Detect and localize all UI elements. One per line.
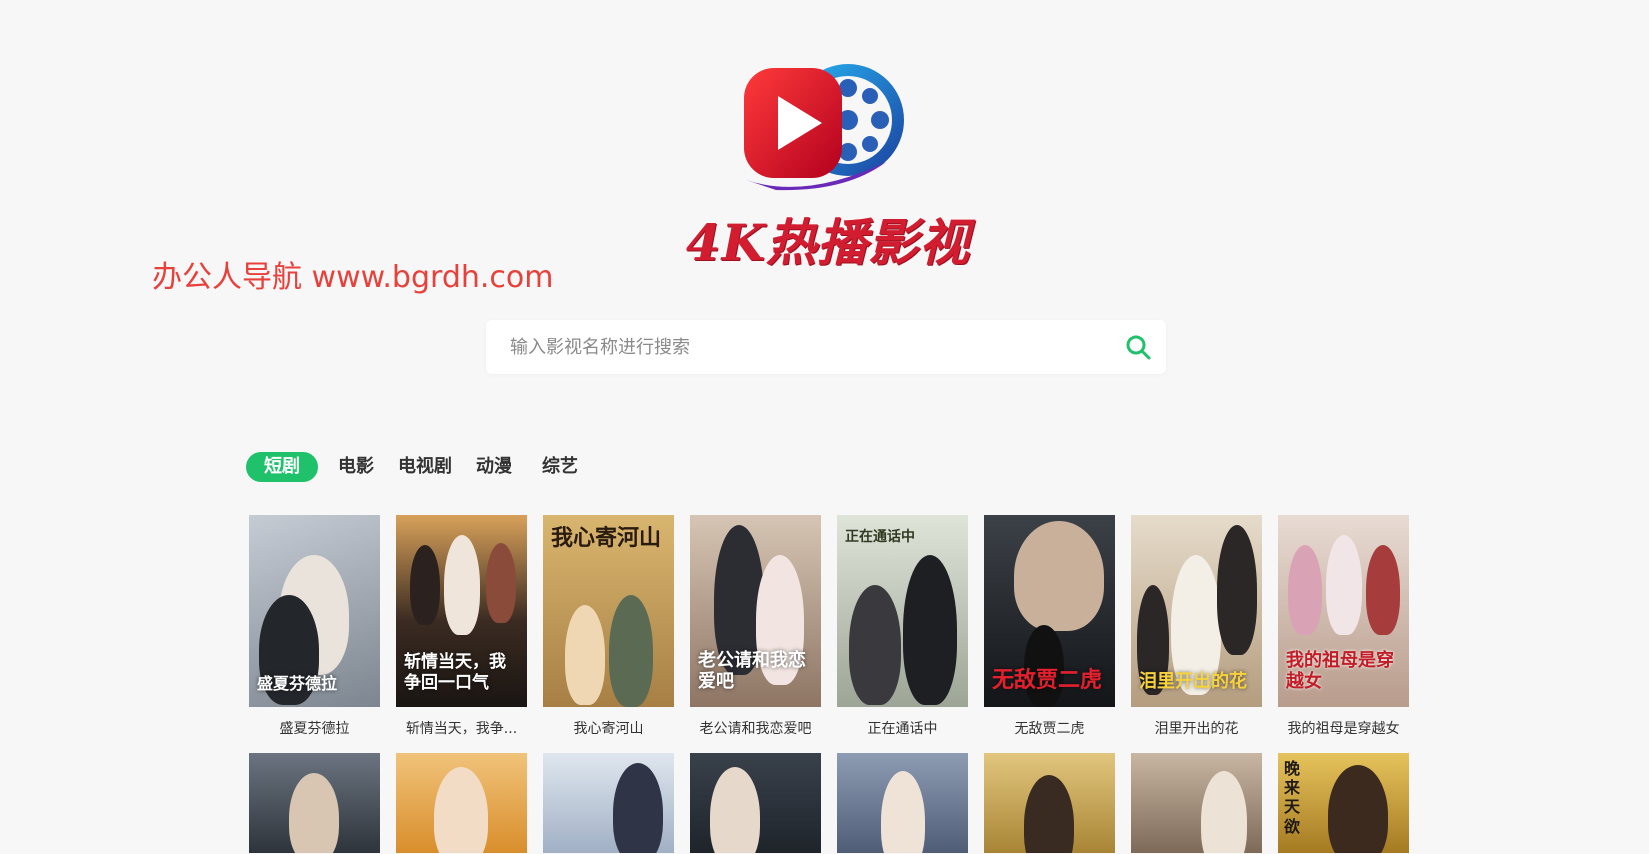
drama-title: 盛夏芬德拉 [279, 721, 350, 737]
poster-image[interactable]: 盛夏芬德拉 [249, 515, 380, 707]
grid-row: 晚来天欲 [249, 753, 1409, 853]
search-icon [1126, 335, 1151, 360]
poster-title: 无敌贾二虎 [992, 666, 1103, 693]
poster-image[interactable]: 无敌贾二虎 [984, 515, 1115, 707]
drama-title: 老公请和我恋爱吧 [699, 721, 812, 737]
drama-title: 无敌贾二虎 [1014, 721, 1085, 737]
tab-tv-series[interactable]: 电视剧 [398, 452, 452, 482]
drama-card[interactable]: 老公请和我恋爱吧 老公请和我恋爱吧 [690, 515, 821, 739]
poster-image[interactable] [690, 753, 821, 853]
drama-title: 我的祖母是穿越女 [1287, 721, 1400, 737]
drama-card[interactable] [837, 753, 968, 853]
poster-title: 斩情当天，我争回一口气 [404, 652, 506, 693]
poster-image[interactable]: 老公请和我恋爱吧 [690, 515, 821, 707]
drama-card[interactable] [543, 753, 674, 853]
drama-card[interactable]: 泪里开出的花 泪里开出的花 [1131, 515, 1262, 739]
watermark-text: 办公人导航 www.bgrdh.com [152, 260, 554, 295]
poster-title: 老公请和我恋爱吧 [698, 649, 806, 693]
tab-anime[interactable]: 动漫 [476, 452, 512, 482]
drama-card[interactable]: 无敌贾二虎 无敌贾二虎 [984, 515, 1115, 739]
poster-image[interactable]: 正在通话中 [837, 515, 968, 707]
poster-image[interactable]: 我心寄河山 [543, 515, 674, 707]
tab-short-drama[interactable]: 短剧 [246, 452, 318, 482]
drama-card[interactable]: 晚来天欲 [1278, 753, 1409, 853]
page: 办公人导航 www.bgrdh.com 4K热播影视 输入影视名称进行搜索 短剧… [0, 0, 1649, 854]
poster-image[interactable] [543, 753, 674, 853]
poster-image[interactable] [249, 753, 380, 853]
drama-grid: 盛夏芬德拉 盛夏芬德拉 斩情当天，我争回一口气 斩情当天，我争... 我心寄河山 [249, 515, 1409, 854]
category-tabs: 短剧 电影 电视剧 动漫 综艺 [246, 452, 602, 482]
search-input[interactable] [486, 320, 1110, 374]
drama-card[interactable] [1131, 753, 1262, 853]
poster-image[interactable] [396, 753, 527, 853]
poster-title: 正在通话中 [845, 529, 915, 545]
poster-title: 晚来天欲 [1284, 759, 1301, 836]
poster-title: 我心寄河山 [551, 525, 662, 551]
drama-title: 正在通话中 [867, 721, 938, 737]
brand-title: 4K热播影视 [685, 213, 971, 272]
drama-title: 我心寄河山 [573, 721, 644, 737]
drama-card[interactable]: 我的祖母是穿越女 我的祖母是穿越女 [1278, 515, 1409, 739]
drama-title: 斩情当天，我争... [405, 721, 518, 737]
poster-image[interactable]: 泪里开出的花 [1131, 515, 1262, 707]
drama-card[interactable]: 我心寄河山 我心寄河山 [543, 515, 674, 739]
search-button[interactable] [1110, 320, 1166, 374]
drama-card[interactable]: 斩情当天，我争回一口气 斩情当天，我争... [396, 515, 527, 739]
poster-image[interactable] [1131, 753, 1262, 853]
tab-movie[interactable]: 电影 [338, 452, 374, 482]
poster-title: 盛夏芬德拉 [257, 673, 338, 693]
grid-row: 盛夏芬德拉 盛夏芬德拉 斩情当天，我争回一口气 斩情当天，我争... 我心寄河山 [249, 515, 1409, 739]
poster-image[interactable]: 我的祖母是穿越女 [1278, 515, 1409, 707]
tab-variety[interactable]: 综艺 [542, 452, 578, 482]
drama-card[interactable] [690, 753, 821, 853]
drama-card[interactable] [984, 753, 1115, 853]
drama-card[interactable] [249, 753, 380, 853]
poster-title: 我的祖母是穿越女 [1286, 649, 1394, 693]
search-box [486, 320, 1166, 374]
poster-image[interactable]: 斩情当天，我争回一口气 [396, 515, 527, 707]
drama-title: 泪里开出的花 [1154, 721, 1239, 737]
drama-card[interactable]: 正在通话中 正在通话中 [837, 515, 968, 739]
poster-image[interactable] [837, 753, 968, 853]
play-film-reel-logo-icon [744, 64, 904, 191]
poster-title: 泪里开出的花 [1139, 671, 1247, 693]
poster-image[interactable]: 晚来天欲 [1278, 753, 1409, 853]
drama-card[interactable]: 盛夏芬德拉 盛夏芬德拉 [249, 515, 380, 739]
drama-card[interactable] [396, 753, 527, 853]
poster-image[interactable] [984, 753, 1115, 853]
